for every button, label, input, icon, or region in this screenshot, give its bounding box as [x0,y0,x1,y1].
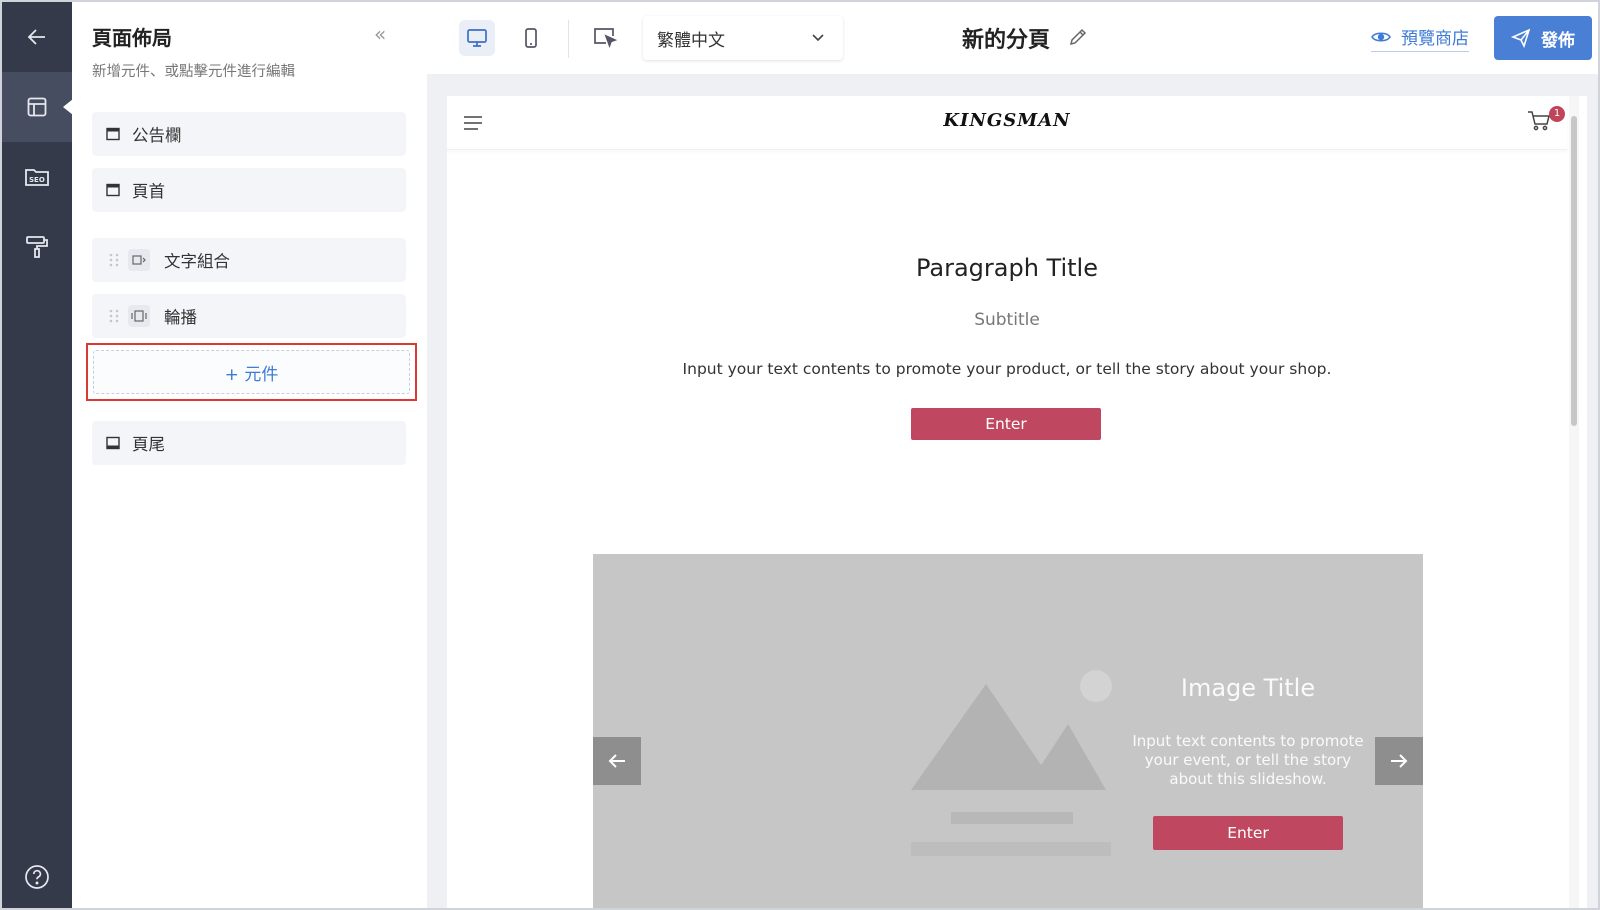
window-icon [106,127,120,141]
sidebar-item-carousel[interactable]: 輪播 [92,294,406,338]
theme-button[interactable] [2,212,72,282]
chevron-down-icon [812,34,824,42]
page-title: 新的分頁 [962,28,1051,53]
layout-icon [27,97,47,117]
top-toolbar: 繁體中文 新的分頁 預覽商店 發佈 [427,2,1598,74]
seo-folder-icon: SEO [25,169,49,186]
language-select[interactable]: 繁體中文 [643,16,843,60]
carousel-module-icon [128,305,150,327]
sidebar-item-label: 頁尾 [132,435,165,454]
sidebar-item-header[interactable]: 頁首 [92,168,406,212]
arrow-left-icon [608,754,625,768]
scrollbar-thumb[interactable] [1571,116,1577,426]
seo-button[interactable]: SEO [2,142,72,212]
editor-canvas: KINGSMAN 1 Paragraph Title Subtitle Inpu… [427,74,1598,908]
publish-button[interactable]: 發佈 [1494,16,1592,60]
help-icon [25,865,49,889]
arrow-right-icon [1391,754,1408,768]
publish-label: 發佈 [1541,30,1575,51]
collapse-sidebar-button[interactable]: « [374,22,386,46]
page-preview-frame: KINGSMAN 1 Paragraph Title Subtitle Inpu… [447,96,1587,908]
window-icon [106,183,120,197]
preview-label: 預覽商店 [1401,29,1469,49]
cart-count-badge: 1 [1549,106,1565,122]
language-value: 繁體中文 [657,30,725,51]
paint-roller-icon [26,236,48,258]
sidebar-item-label: 公告欄 [132,126,182,145]
select-element-button[interactable] [587,20,623,56]
sidebar-item-announcement[interactable]: 公告欄 [92,112,406,156]
add-module-button[interactable]: + 元件 [93,350,410,394]
preview-store-link[interactable]: 預覽商店 [1371,24,1469,52]
slideshow-title: Image Title [1180,674,1316,702]
mobile-icon [525,28,537,48]
layout-button[interactable] [2,72,73,142]
edit-page-name-icon[interactable] [1067,26,1089,48]
footer-window-icon [106,436,120,450]
sidebar-subtitle: 新增元件、或點擊元件進行編輯 [92,64,295,80]
slideshow: Image Title Input text contents to promo… [593,554,1423,908]
sidebar-item-footer[interactable]: 頁尾 [92,421,406,465]
slideshow-prev-button[interactable] [593,737,641,785]
slideshow-enter-button[interactable]: Enter [1153,816,1343,850]
drag-handle-icon[interactable] [108,253,120,267]
text-module-icon [128,249,150,271]
paragraph-enter-button[interactable]: Enter [911,408,1101,440]
mobile-view-button[interactable] [513,20,549,56]
site-header[interactable]: KINGSMAN 1 [447,96,1567,150]
sidebar-title: 頁面佈局 [92,26,172,50]
cart-icon[interactable] [1527,110,1551,132]
paragraph-body: Input your text contents to promote your… [682,360,1332,378]
sidebar-item-label: 頁首 [132,182,165,201]
left-rail: SEO [2,2,73,908]
drag-handle-icon[interactable] [108,309,120,323]
sidebar-item-label: 輪播 [164,308,197,327]
layout-sidebar: 頁面佈局 新增元件、或點擊元件進行編輯 « 公告欄 頁首 文字組合 輪播 + 元 [72,2,427,908]
sidebar-item-label: 文字組合 [164,252,230,271]
sidebar-item-text-module[interactable]: 文字組合 [92,238,406,282]
paragraph-title: Paragraph Title [916,254,1098,282]
slideshow-next-button[interactable] [1375,737,1423,785]
eye-icon [1371,31,1391,42]
back-button[interactable] [2,2,72,72]
help-button[interactable] [24,864,50,894]
image-placeholder-icon [911,670,1112,856]
editor-app: SEO 頁面佈局 新增元件、或點擊元件進行編輯 « 公告欄 頁首 文字組合 輪播… [0,0,1600,910]
svg-text:SEO: SEO [29,176,45,184]
add-module-highlight: + 元件 [86,343,417,401]
desktop-view-button[interactable] [459,20,495,56]
paper-plane-icon [1511,28,1531,48]
cursor-select-icon [594,28,618,48]
paragraph-subtitle: Subtitle [974,310,1040,330]
desktop-icon [467,29,487,47]
preview-scrollbar[interactable] [1569,96,1579,908]
toolbar-divider [568,20,569,58]
back-arrow-icon [27,29,45,45]
store-logo: KINGSMAN [943,110,1071,131]
slideshow-body: Input text contents to promote your even… [1132,732,1364,788]
